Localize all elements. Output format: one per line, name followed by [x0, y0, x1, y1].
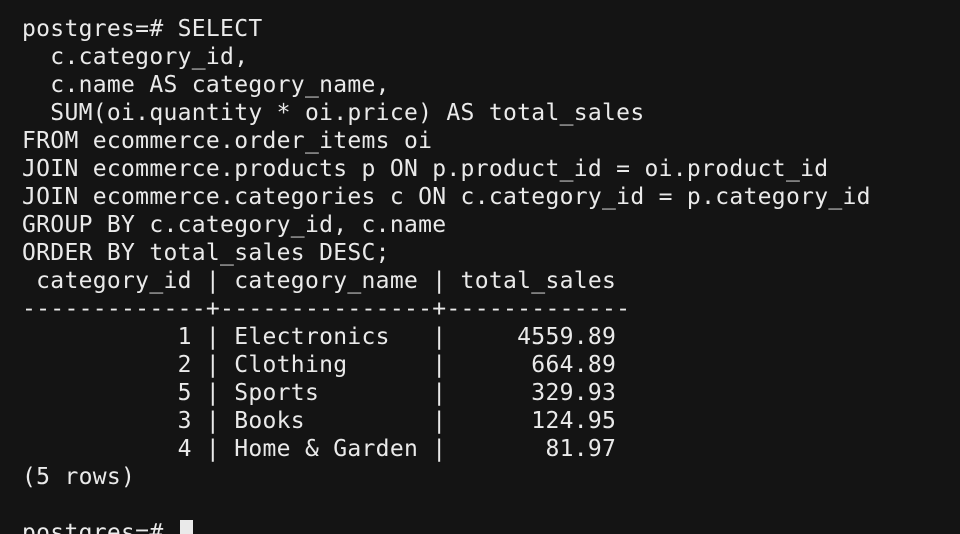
query-line-category-name: c.name AS category_name,	[22, 72, 390, 98]
query-line-category-id: c.category_id,	[22, 44, 249, 70]
result-separator: -------------+---------------+----------…	[22, 296, 631, 322]
terminal-window[interactable]: postgres=# SELECT c.category_id, c.name …	[0, 0, 960, 534]
result-row: 5 | Sports | 329.93	[22, 380, 617, 406]
query-line-group-by: GROUP BY c.category_id, c.name	[22, 212, 447, 238]
row-count: (5 rows)	[22, 464, 136, 490]
result-row: 3 | Books | 124.95	[22, 408, 617, 434]
query-line-order-by: ORDER BY total_sales DESC;	[22, 240, 390, 266]
prompt-text: postgres=#	[22, 520, 178, 534]
query-line-join-categories: JOIN ecommerce.categories c ON c.categor…	[22, 184, 871, 210]
result-row: 1 | Electronics | 4559.89	[22, 324, 617, 350]
result-header: category_id | category_name | total_sale…	[22, 268, 617, 294]
query-line-from: FROM ecommerce.order_items oi	[22, 128, 433, 154]
command-prompt[interactable]: postgres=#	[22, 519, 960, 534]
query-line-total-sales: SUM(oi.quantity * oi.price) AS total_sal…	[22, 100, 645, 126]
text-cursor	[179, 520, 193, 534]
query-line-select: postgres=# SELECT	[22, 16, 263, 42]
result-row: 2 | Clothing | 664.89	[22, 352, 617, 378]
result-row: 4 | Home & Garden | 81.97	[22, 436, 617, 462]
query-line-join-products: JOIN ecommerce.products p ON p.product_i…	[22, 156, 829, 182]
